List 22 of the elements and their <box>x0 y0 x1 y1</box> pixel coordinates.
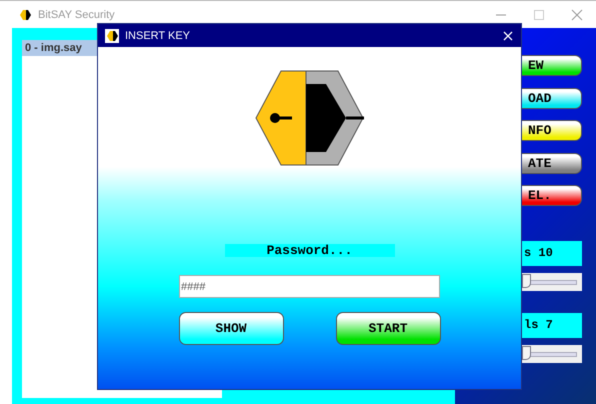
slider-thumb[interactable] <box>522 274 531 288</box>
dialog-button[interactable]: SHOW <box>178 312 284 345</box>
slider[interactable] <box>522 272 582 290</box>
dialog-button[interactable]: START <box>336 312 440 345</box>
window-title: BitSAY Security <box>38 8 115 20</box>
password-label: Password... <box>224 244 394 257</box>
key-hexagon-icon <box>254 70 365 166</box>
file-list-item[interactable]: 0 - img.say <box>22 40 97 56</box>
password-field[interactable]: #### <box>179 275 440 298</box>
slider[interactable] <box>522 344 582 362</box>
action-button[interactable]: OAD <box>522 88 582 108</box>
setting-label: ls 7 <box>522 312 582 338</box>
action-button[interactable]: ATE <box>522 152 582 174</box>
slider-thumb[interactable] <box>522 346 531 360</box>
app-logo-icon <box>105 28 119 42</box>
close-icon[interactable] <box>503 30 513 40</box>
dialog-title: INSERT KEY <box>125 30 190 42</box>
action-button[interactable]: EL. <box>522 185 582 206</box>
action-button[interactable]: NFO <box>522 120 582 141</box>
app-logo-icon <box>18 8 32 22</box>
action-button[interactable]: EW <box>522 55 582 76</box>
setting-label: s 10 <box>522 240 582 266</box>
